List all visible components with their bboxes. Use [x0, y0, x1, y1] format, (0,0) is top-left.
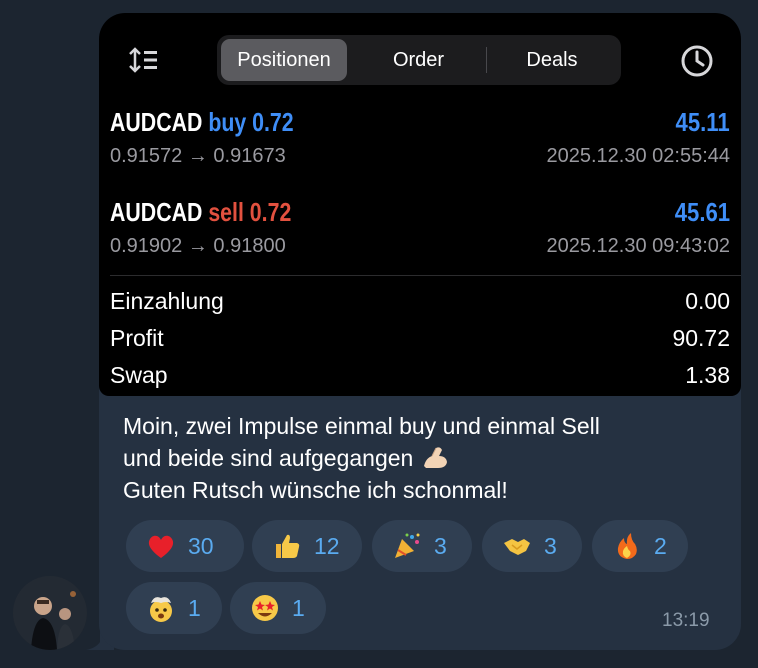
tab-segment-control: Positionen Order Deals [217, 35, 621, 85]
position-row[interactable]: AUDCAD buy 0.72 45.11 0.91572 → 0.91673 … [110, 107, 730, 175]
star-struck-icon [252, 595, 278, 621]
reaction-count: 2 [654, 532, 667, 559]
position-side-volume: buy 0.72 [208, 107, 294, 137]
position-side-volume: sell 0.72 [208, 197, 292, 227]
tab-deals[interactable]: Deals [487, 39, 617, 81]
reaction-count: 1 [292, 594, 305, 621]
position-prices: 0.91572 → 0.91673 [110, 145, 286, 167]
thumbs-up-icon [276, 534, 300, 558]
trade-tab-bar: Positionen Order Deals [99, 13, 741, 109]
message-line-with-emoji: und beide sind aufgegangen [123, 442, 723, 474]
summary-value: 1.38 [685, 362, 730, 388]
position-symbol: AUDCAD buy 0.72 [110, 107, 294, 137]
reaction-star-struck[interactable]: 1 [230, 582, 326, 634]
message-line: Guten Rutsch wünsche ich schonmal! [123, 477, 508, 503]
avatar-photo [13, 576, 87, 650]
summary-value: 0.00 [685, 288, 730, 314]
tab-positionen[interactable]: Positionen [221, 39, 347, 81]
summary-divider [110, 275, 741, 276]
sort-icon[interactable] [129, 47, 159, 73]
exploding-head-icon [150, 597, 172, 622]
message-time: 13:19 [662, 610, 710, 631]
position-time: 2025.12.30 09:43:02 [546, 235, 730, 257]
party-popper-icon [395, 533, 420, 558]
position-time: 2025.12.30 02:55:44 [546, 145, 730, 167]
flexed-biceps-icon [423, 447, 447, 468]
message-line: Moin, zwei Impulse einmal buy und einmal… [123, 413, 600, 439]
summary-row-swap: Swap 1.38 [110, 362, 730, 396]
position-profit: 45.61 [674, 197, 730, 227]
tab-order[interactable]: Order [351, 39, 486, 81]
summary-label: Profit [110, 325, 164, 351]
summary-row-deposit: Einzahlung 0.00 [110, 288, 730, 322]
reaction-thumbs-up[interactable]: 12 [252, 520, 362, 572]
summary-label: Einzahlung [110, 288, 224, 314]
summary-label: Swap [110, 362, 168, 388]
clock-icon[interactable] [680, 44, 714, 78]
red-heart-icon [148, 535, 174, 558]
position-row[interactable]: AUDCAD sell 0.72 45.61 0.91902 → 0.91800… [110, 197, 730, 265]
reaction-fire[interactable]: 2 [592, 520, 688, 572]
reaction-count: 3 [434, 532, 447, 559]
summary-value: 90.72 [672, 325, 730, 351]
handshake-icon [504, 539, 530, 555]
reaction-handshake[interactable]: 3 [482, 520, 582, 572]
trading-screenshot[interactable]: Positionen Order Deals AUDCAD buy 0.72 4… [99, 13, 741, 396]
summary-row-profit: Profit 90.72 [110, 325, 730, 359]
fire-icon [617, 533, 637, 559]
reaction-count: 30 [188, 532, 214, 559]
position-profit: 45.11 [675, 107, 730, 137]
reaction-exploding-head[interactable]: 1 [126, 582, 222, 634]
position-prices: 0.91902 → 0.91800 [110, 235, 286, 257]
reaction-count: 12 [314, 532, 340, 559]
reaction-count: 1 [188, 594, 201, 621]
message-text: Moin, zwei Impulse einmal buy und einmal… [123, 410, 723, 506]
position-symbol: AUDCAD sell 0.72 [110, 197, 292, 227]
reaction-heart[interactable]: 30 [126, 520, 244, 572]
reaction-party-popper[interactable]: 3 [372, 520, 472, 572]
sender-avatar[interactable] [13, 576, 87, 650]
reaction-count: 3 [544, 532, 557, 559]
